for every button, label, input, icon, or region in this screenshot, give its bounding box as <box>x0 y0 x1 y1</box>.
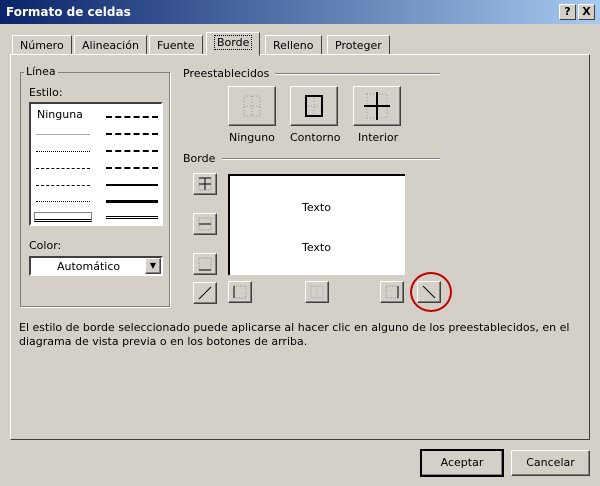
help-button[interactable]: ? <box>559 4 576 20</box>
border-inside-horizontal-button[interactable] <box>193 213 217 235</box>
preset-inside-button[interactable] <box>353 86 401 126</box>
tab-borde[interactable]: Borde <box>206 32 261 56</box>
border-diagonal-up-button[interactable] <box>193 282 217 304</box>
preset-outline-icon <box>305 95 323 117</box>
style-medium-dash-dot-dot[interactable] <box>106 116 158 118</box>
tab-relleno[interactable]: Relleno <box>265 35 322 55</box>
border-inside-vertical-button[interactable] <box>305 281 329 303</box>
style-medium-dash-dot[interactable] <box>106 150 158 152</box>
chevron-down-icon[interactable]: ▼ <box>145 258 161 274</box>
tab-numero[interactable]: Número <box>12 35 72 55</box>
border-left-button[interactable] <box>228 281 252 303</box>
style-double-selected[interactable] <box>34 212 92 222</box>
border-top-icon <box>198 177 212 191</box>
preset-none-label: Ninguno <box>229 131 275 144</box>
preset-inside-icon <box>364 92 390 120</box>
preset-none-icon <box>243 95 261 117</box>
title-bar: Formato de celdas <box>0 0 600 24</box>
border-left-icon <box>233 285 247 299</box>
preset-inside-label: Interior <box>358 131 399 144</box>
preview-text-bottom: Texto <box>302 241 331 254</box>
style-medium-dashed[interactable] <box>106 167 158 169</box>
style-double[interactable] <box>106 216 158 219</box>
style-hairline[interactable] <box>36 134 90 135</box>
border-label: Borde <box>183 152 216 165</box>
style-slanted-dash-dot[interactable] <box>106 133 158 135</box>
tab-fuente[interactable]: Fuente <box>149 35 203 55</box>
presets-label: Preestablecidos <box>183 67 270 80</box>
preview-text-top: Texto <box>302 201 331 214</box>
diagonal-up-icon <box>198 286 212 300</box>
line-group-label: Línea <box>24 65 58 78</box>
tab-proteger[interactable]: Proteger <box>327 35 390 55</box>
preset-outline-button[interactable] <box>290 86 338 126</box>
border-right-icon <box>385 285 399 299</box>
style-none[interactable]: Ninguna <box>37 108 83 121</box>
border-bottom-icon <box>198 257 212 271</box>
border-inside-horizontal-icon <box>198 217 212 231</box>
description-text: El estilo de borde seleccionado puede ap… <box>19 321 570 348</box>
style-dash-dot-dot[interactable] <box>36 168 90 169</box>
ok-button[interactable]: Aceptar <box>420 449 504 477</box>
border-divider <box>222 158 440 160</box>
close-button[interactable]: X <box>578 4 595 20</box>
style-dotted[interactable] <box>36 151 90 152</box>
preset-outline-label: Contorno <box>290 131 341 144</box>
style-dash-dot[interactable] <box>36 185 90 186</box>
border-preview[interactable]: Texto Texto <box>228 174 405 275</box>
border-top-button[interactable] <box>193 173 217 195</box>
presets-divider <box>275 73 440 75</box>
tab-alineacion[interactable]: Alineación <box>74 35 147 55</box>
border-right-button[interactable] <box>380 281 404 303</box>
style-medium[interactable] <box>106 184 158 186</box>
preset-none-button[interactable] <box>228 86 276 126</box>
window-title: Formato de celdas <box>6 5 131 19</box>
style-list[interactable]: Ninguna <box>29 102 163 226</box>
color-value: Automático <box>57 260 121 273</box>
border-bottom-button[interactable] <box>193 253 217 275</box>
style-thick[interactable] <box>106 200 158 203</box>
cancel-button[interactable]: Cancelar <box>511 450 590 476</box>
style-dashed[interactable] <box>36 201 90 202</box>
highlight-circle <box>410 272 452 312</box>
color-label: Color: <box>29 239 62 252</box>
color-select[interactable]: Automático ▼ <box>29 256 163 276</box>
style-label: Estilo: <box>29 86 63 99</box>
border-inside-vertical-icon <box>310 285 324 299</box>
